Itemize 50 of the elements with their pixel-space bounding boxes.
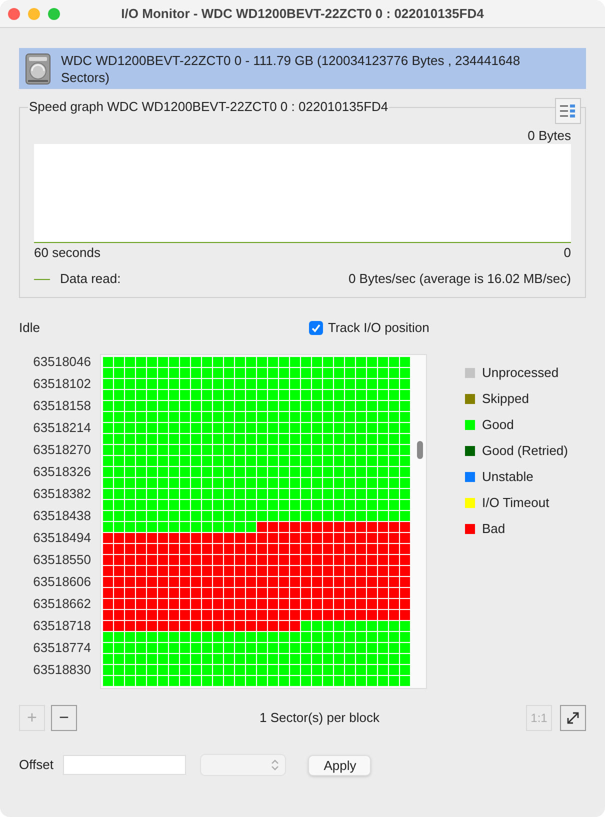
legend-label: Good (482, 416, 514, 434)
legend-label: Unstable (482, 468, 534, 486)
time-span-label: 60 seconds (34, 245, 100, 261)
close-window-button[interactable] (8, 8, 20, 20)
zoom-window-button[interactable] (48, 8, 60, 20)
legend-label: Unprocessed (482, 364, 559, 382)
legend-line-icon (34, 278, 50, 280)
sector-offset-label: 63518326 (33, 464, 91, 480)
sector-offset-label: 63518774 (33, 640, 91, 656)
offset-field[interactable] (63, 755, 186, 775)
sector-offset-label: 63518270 (33, 442, 91, 458)
disk-row[interactable]: WDC WD1200BEVT-22ZCT0 0 - 111.79 GB (120034123776 Bytes , 234441648 Sectors) (19, 48, 586, 89)
sector-offset-label: 63518606 (33, 574, 91, 590)
time-end-label: 0 (564, 245, 571, 261)
fit-button[interactable] (560, 705, 586, 731)
read-speed-reading: 0 Bytes/sec (average is 16.02 MB/sec) (348, 271, 571, 287)
sector-offset-label: 63518718 (33, 618, 91, 634)
sector-offset-label: 63518214 (33, 420, 91, 436)
legend-label: Good (Retried) (482, 442, 568, 460)
sector-offset-label: 63518102 (33, 376, 91, 392)
sector-offset-label: 63518550 (33, 552, 91, 568)
checkmark-icon (311, 323, 321, 333)
list-settings-icon (559, 104, 577, 118)
disk-label: WDC WD1200BEVT-22ZCT0 0 - 111.79 GB (120034123776 Bytes , 234441648 Sectors) (61, 52, 522, 86)
hard-drive-icon (25, 52, 51, 84)
track-io-checkbox[interactable]: Track I/O position (309, 318, 430, 338)
window-title: I/O Monitor - WDC WD1200BEVT-22ZCT0 0 : 022010135FD4 (121, 4, 484, 23)
data-read-label: Data read: (60, 271, 121, 287)
expand-arrows-icon (566, 711, 580, 725)
sector-offset-label: 63518158 (33, 398, 91, 414)
sector-offset-label: 63518830 (33, 662, 91, 678)
sector-offset-label: 63518438 (33, 508, 91, 524)
legend-label: Skipped (482, 390, 529, 408)
speed-graph-title: Speed graph WDC WD1200BEVT-22ZCT0 0 : 022010135FD4 (28, 99, 390, 115)
sector-offset-label: 63518046 (33, 354, 91, 370)
offset-label: Offset (19, 756, 54, 774)
sector-offset-label: 63518382 (33, 486, 91, 502)
stepper-chevron-icon (271, 759, 280, 771)
zoom-button[interactable]: − (51, 705, 77, 731)
apply-button[interactable]: Apply (308, 754, 372, 776)
sector-offset-label: 63518494 (33, 530, 91, 546)
minimize-window-button[interactable] (28, 8, 40, 20)
graph-max-label: 0 Bytes (528, 128, 571, 144)
legend-label: Bad (482, 520, 506, 538)
graph-options-button[interactable] (555, 98, 581, 124)
block-size-label: 1 Sector(s) per block (258, 709, 380, 728)
sector-offset-label: 63518662 (33, 596, 91, 612)
status-label: Idle (19, 319, 41, 338)
scrollbar-thumb[interactable] (417, 441, 423, 459)
legend-label: I/O Timeout (482, 494, 550, 512)
